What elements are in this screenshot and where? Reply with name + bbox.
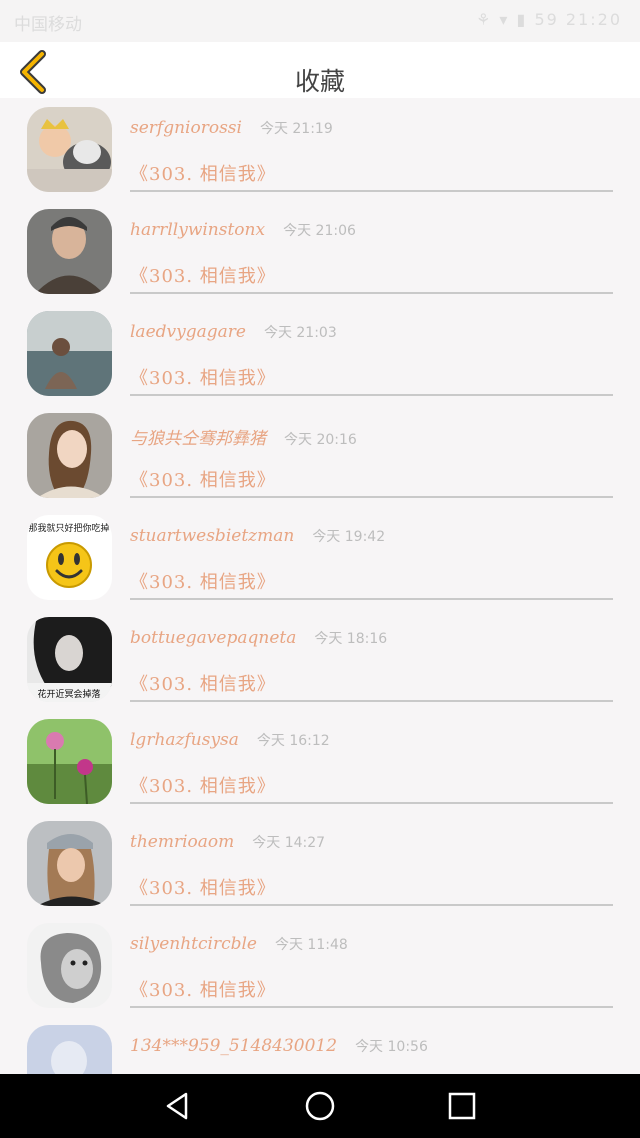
avatar[interactable] bbox=[27, 1025, 112, 1074]
item-time: 今天 11:48 bbox=[274, 937, 348, 953]
list-item[interactable]: serfgniorossi 今天 21:19 《303. 相信我》 bbox=[0, 98, 640, 200]
item-title: 《303. 相信我》 bbox=[130, 164, 276, 185]
avatar-caption: 那我就只好把你吃掉 bbox=[28, 522, 109, 534]
username-text: themrioaom bbox=[130, 832, 235, 852]
divider bbox=[130, 394, 613, 396]
item-time: 今天 10:56 bbox=[355, 1039, 428, 1055]
divider bbox=[130, 598, 613, 600]
item-title: 《303. 相信我》 bbox=[130, 674, 276, 695]
avatar[interactable] bbox=[27, 311, 112, 396]
nav-back-button[interactable] bbox=[160, 1088, 196, 1124]
item-username: themrioaom 今天 14:27 bbox=[130, 832, 325, 852]
circle-home-icon bbox=[305, 1091, 335, 1121]
list-item[interactable]: 那我就只好把你吃掉 stuartwesbietzman 今天 19:42 《303… bbox=[0, 506, 640, 608]
username-text: lgrhazfusysa bbox=[130, 730, 239, 750]
avatar[interactable] bbox=[27, 209, 112, 294]
triangle-back-icon bbox=[166, 1092, 188, 1120]
avatar[interactable]: 那我就只好把你吃掉 bbox=[27, 515, 112, 600]
square-recents-icon bbox=[448, 1092, 476, 1120]
username-text: bottuegavepaqneta bbox=[130, 628, 297, 648]
item-title: 《303. 相信我》 bbox=[130, 572, 276, 593]
item-title: 《303. 相信我》 bbox=[130, 776, 276, 797]
item-title: 《303. 相信我》 bbox=[130, 470, 276, 491]
system-nav-bar bbox=[0, 1074, 640, 1138]
item-username: laedvygagare 今天 21:03 bbox=[130, 322, 337, 342]
item-time: 今天 21:03 bbox=[263, 325, 337, 341]
item-title: 《303. 相信我》 bbox=[130, 980, 276, 1001]
list-item[interactable]: 134***959_5148430012 今天 10:56 bbox=[0, 1016, 640, 1074]
username-text: silyenhtcircble bbox=[130, 934, 257, 954]
list-item[interactable]: lgrhazfusysa 今天 16:12 《303. 相信我》 bbox=[0, 710, 640, 812]
item-time: 今天 19:42 bbox=[312, 529, 386, 545]
list-item[interactable]: harrllywinstonx 今天 21:06 《303. 相信我》 bbox=[0, 200, 640, 302]
item-username: lgrhazfusysa 今天 16:12 bbox=[130, 730, 330, 750]
username-text: 134***959_5148430012 bbox=[130, 1036, 338, 1056]
status-icons: ⚘ ▾ ▮ 59 21:20 bbox=[476, 10, 622, 29]
username-text: laedvygagare bbox=[130, 322, 246, 342]
avatar-caption: 花开近冥会掉落 bbox=[37, 688, 100, 700]
username-text: serfgniorossi bbox=[130, 118, 242, 138]
avatar[interactable] bbox=[27, 821, 112, 906]
header: 收藏 bbox=[0, 42, 640, 98]
item-title: 《303. 相信我》 bbox=[130, 368, 276, 389]
username-text: harrllywinstonx bbox=[130, 220, 266, 240]
item-time: 今天 21:06 bbox=[283, 223, 356, 239]
avatar[interactable]: 花开近冥会掉落 bbox=[27, 617, 112, 702]
carrier-label: 中国移动 bbox=[14, 15, 82, 35]
divider bbox=[130, 1006, 613, 1008]
item-username: silyenhtcircble 今天 11:48 bbox=[130, 934, 348, 954]
nav-recents-button[interactable] bbox=[444, 1088, 480, 1124]
item-time: 今天 14:27 bbox=[252, 835, 326, 851]
avatar[interactable] bbox=[27, 107, 112, 192]
avatar[interactable] bbox=[27, 413, 112, 498]
item-time: 今天 16:12 bbox=[256, 733, 330, 749]
list-item[interactable]: themrioaom 今天 14:27 《303. 相信我》 bbox=[0, 812, 640, 914]
item-title: 《303. 相信我》 bbox=[130, 878, 276, 899]
item-time: 今天 18:16 bbox=[314, 631, 388, 647]
item-username: serfgniorossi 今天 21:19 bbox=[130, 118, 333, 138]
username-text: stuartwesbietzman bbox=[130, 526, 295, 546]
nav-home-button[interactable] bbox=[302, 1088, 338, 1124]
item-username: bottuegavepaqneta 今天 18:16 bbox=[130, 628, 387, 648]
item-time: 今天 20:16 bbox=[284, 432, 357, 448]
item-title: 《303. 相信我》 bbox=[130, 266, 276, 287]
username-text: 与狼共仝骞邦彝猪 bbox=[130, 429, 266, 449]
list-item[interactable]: 与狼共仝骞邦彝猪 今天 20:16 《303. 相信我》 bbox=[0, 404, 640, 506]
item-username: stuartwesbietzman 今天 19:42 bbox=[130, 526, 385, 546]
item-time: 今天 21:19 bbox=[259, 121, 333, 137]
divider bbox=[130, 904, 613, 906]
divider bbox=[130, 700, 613, 702]
divider bbox=[130, 802, 613, 804]
page-title: 收藏 bbox=[294, 67, 345, 96]
list-item[interactable]: silyenhtcircble 今天 11:48 《303. 相信我》 bbox=[0, 914, 640, 1016]
divider bbox=[130, 496, 613, 498]
list-item[interactable]: 花开近冥会掉落 bottuegavepaqneta 今天 18:16 《303. … bbox=[0, 608, 640, 710]
avatar[interactable] bbox=[27, 923, 112, 1008]
divider bbox=[130, 190, 613, 192]
item-username: 与狼共仝骞邦彝猪 今天 20:16 bbox=[130, 424, 357, 449]
avatar[interactable] bbox=[27, 719, 112, 804]
favorites-list: serfgniorossi 今天 21:19 《303. 相信我》 harrlly… bbox=[0, 98, 640, 1074]
divider bbox=[130, 292, 613, 294]
list-item[interactable]: laedvygagare 今天 21:03 《303. 相信我》 bbox=[0, 302, 640, 404]
item-username: harrllywinstonx 今天 21:06 bbox=[130, 220, 356, 240]
status-bar: 中国移动 ⚘ ▾ ▮ 59 21:20 bbox=[0, 0, 640, 42]
item-username: 134***959_5148430012 今天 10:56 bbox=[130, 1036, 428, 1056]
